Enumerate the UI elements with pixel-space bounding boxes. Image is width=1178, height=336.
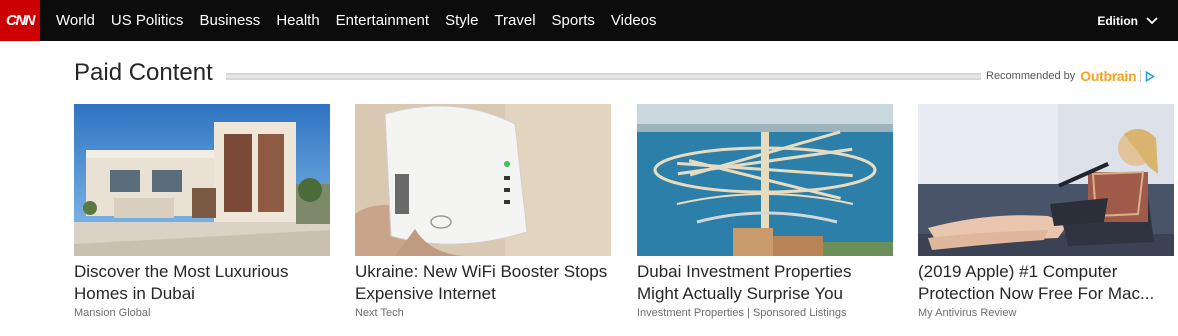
section-title: Paid Content xyxy=(74,59,213,86)
nav-menu: World US Politics Business Health Entert… xyxy=(48,0,665,41)
content-card[interactable]: Dubai Investment Properties Might Actual… xyxy=(637,104,893,319)
card-thumbnail-palm-island[interactable] xyxy=(637,104,893,256)
nav-item-sports[interactable]: Sports xyxy=(552,12,595,29)
card-thumbnail-villa[interactable] xyxy=(74,104,330,256)
card-thumbnail-wifi-booster[interactable] xyxy=(355,104,611,256)
outbrain-attribution[interactable]: Recommended by Outbrain xyxy=(986,68,1156,84)
card-headline[interactable]: Dubai Investment Properties Might Actual… xyxy=(637,261,893,305)
card-headline[interactable]: (2019 Apple) #1 Computer Protection Now … xyxy=(918,261,1174,305)
card-source: My Antivirus Review xyxy=(918,307,1017,319)
nav-item-world[interactable]: World xyxy=(56,12,95,29)
card-source: Next Tech xyxy=(355,307,404,319)
nav-item-health[interactable]: Health xyxy=(276,12,319,29)
content-card[interactable]: Discover the Most Luxurious Homes in Dub… xyxy=(74,104,330,319)
nav-item-business[interactable]: Business xyxy=(199,12,260,29)
content-card[interactable]: (2019 Apple) #1 Computer Protection Now … xyxy=(918,104,1174,319)
nav-item-entertainment[interactable]: Entertainment xyxy=(336,12,429,29)
card-source: Investment Properties | Sponsored Listin… xyxy=(637,307,847,319)
nav-item-style[interactable]: Style xyxy=(445,12,478,29)
cnn-logo-text: CNN xyxy=(6,12,36,29)
edition-label: Edition xyxy=(1097,13,1138,28)
content-card[interactable]: Ukraine: New WiFi Booster Stops Expensiv… xyxy=(355,104,611,319)
card-headline[interactable]: Discover the Most Luxurious Homes in Dub… xyxy=(74,261,330,305)
nav-item-travel[interactable]: Travel xyxy=(494,12,535,29)
recommended-by-label: Recommended by xyxy=(986,70,1076,82)
card-thumbnail-laptop-woman[interactable] xyxy=(918,104,1174,256)
divider xyxy=(1140,70,1142,82)
chevron-down-icon xyxy=(1146,16,1158,24)
section-divider xyxy=(226,73,981,80)
cnn-logo[interactable]: CNN xyxy=(0,0,40,41)
edition-selector[interactable]: Edition xyxy=(1097,0,1158,41)
card-source: Mansion Global xyxy=(74,307,151,319)
outbrain-logo: Outbrain xyxy=(1080,68,1137,84)
adchoices-icon[interactable] xyxy=(1145,70,1156,82)
nav-item-videos[interactable]: Videos xyxy=(611,12,657,29)
top-nav-bar: CNN World US Politics Business Health En… xyxy=(0,0,1178,41)
card-headline[interactable]: Ukraine: New WiFi Booster Stops Expensiv… xyxy=(355,261,611,305)
nav-item-us-politics[interactable]: US Politics xyxy=(111,12,184,29)
